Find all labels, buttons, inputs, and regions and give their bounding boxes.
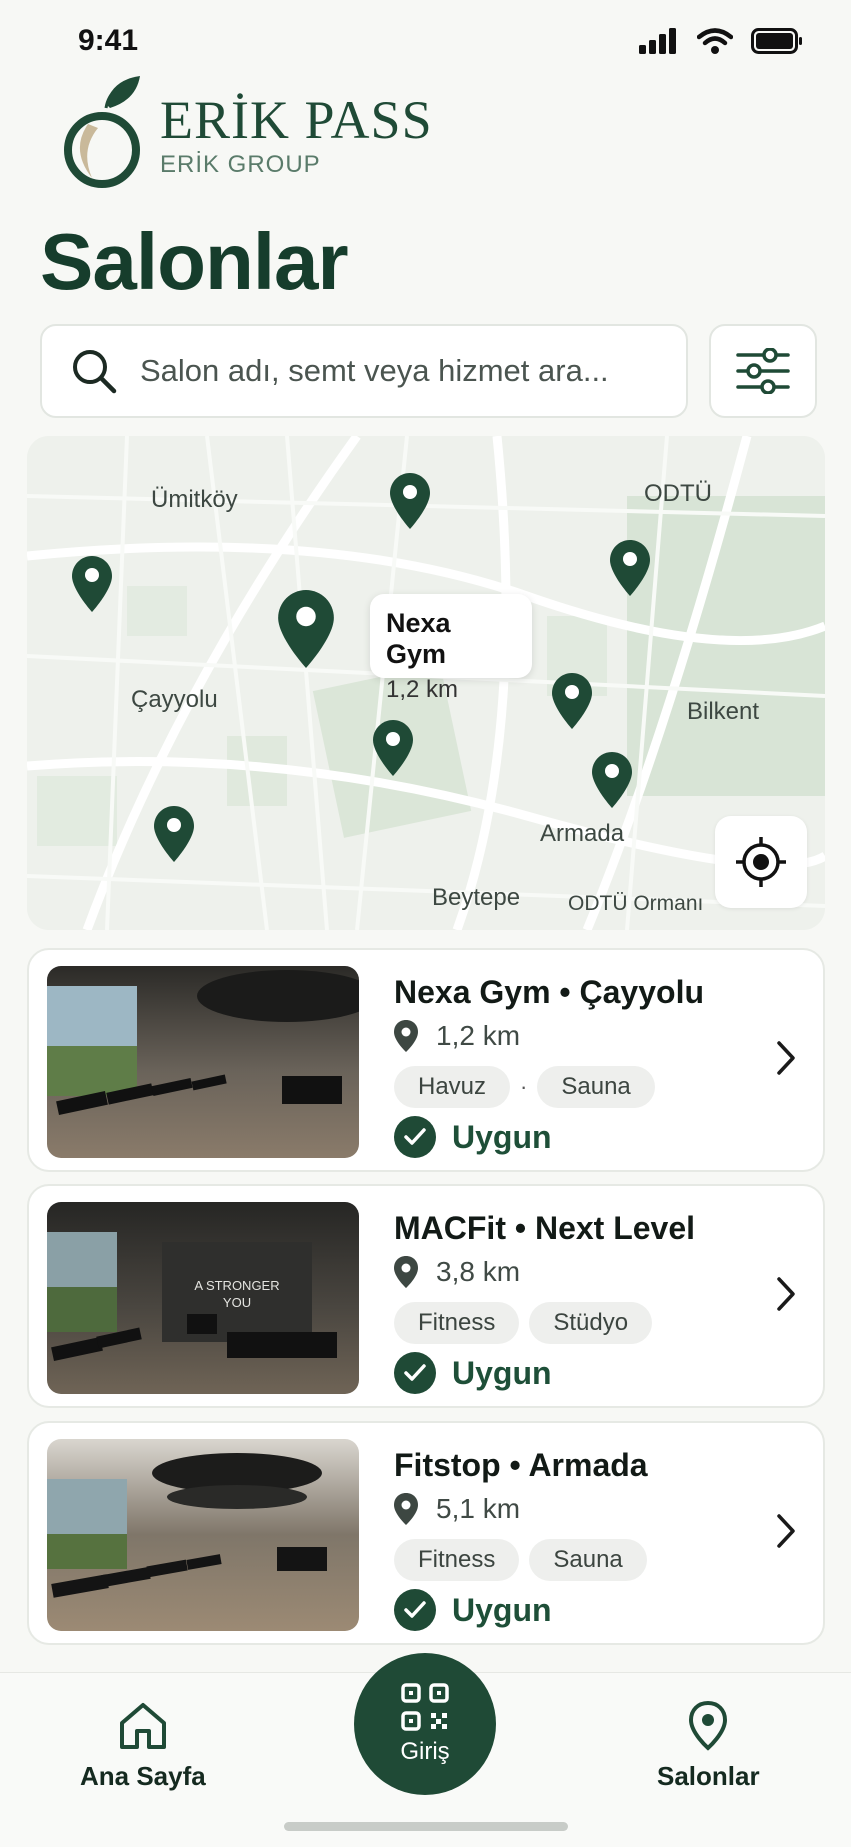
availability-status: Uygun — [394, 1116, 552, 1158]
gym-card[interactable]: Fitstop • Armada 5,1 km Fitness Sauna Uy… — [27, 1421, 825, 1645]
gym-photo — [47, 1439, 359, 1631]
location-icon — [689, 1701, 728, 1751]
map-pin-icon[interactable] — [592, 752, 632, 808]
check-icon — [394, 1352, 436, 1394]
popup-gym-name: Nexa Gym — [386, 608, 451, 669]
map-pin-icon[interactable] — [610, 540, 650, 596]
qr-icon — [401, 1683, 449, 1731]
gym-photo — [47, 966, 359, 1158]
gym-title: MACFit • Next Level — [394, 1210, 696, 1246]
gym-card[interactable]: A STRONGER YOU MACFit • Next Level 3,8 k… — [27, 1184, 825, 1408]
nav-gyms-label: Salonlar — [657, 1761, 760, 1791]
chevron-right-icon[interactable] — [775, 1040, 797, 1076]
location-pin-icon — [394, 1493, 418, 1525]
home-indicator — [284, 1822, 568, 1831]
tag-chip: Fitness — [394, 1539, 520, 1581]
search-box[interactable] — [40, 324, 688, 418]
gym-distance-text: 5,1 km — [436, 1493, 521, 1524]
filter-button[interactable] — [709, 324, 817, 418]
chevron-right-icon[interactable] — [775, 1513, 797, 1549]
tag-chip: Stüdyo — [529, 1302, 653, 1344]
brand-name: ERİK PASS — [160, 90, 433, 150]
gym-card[interactable]: Nexa Gym • Çayyolu 1,2 km Havuz · Sauna … — [27, 948, 825, 1172]
locate-icon — [736, 837, 786, 887]
map-pin-icon[interactable] — [72, 556, 112, 612]
checkin-label: Giriş — [400, 1738, 450, 1765]
page-title: Salonlar — [40, 217, 349, 306]
nav-home-label: Ana Sayfa — [80, 1761, 206, 1791]
gym-tags: Havuz · Sauna — [394, 1066, 655, 1108]
tag-chip: Sauna — [537, 1066, 655, 1108]
popup-distance: 1,2 km — [386, 676, 459, 703]
check-icon — [394, 1116, 436, 1158]
wifi-icon — [697, 28, 733, 54]
gym-tags: Fitness Stüdyo — [394, 1302, 653, 1344]
gym-distance: 1,2 km — [394, 1020, 520, 1052]
availability-text: Uygun — [452, 1118, 552, 1155]
map-popup[interactable]: Nexa Gym 1,2 km — [370, 594, 532, 703]
plum-logo-icon — [64, 76, 140, 188]
nav-gyms[interactable]: Salonlar — [657, 1701, 760, 1792]
search-input[interactable] — [140, 353, 680, 389]
availability-status: Uygun — [394, 1352, 552, 1394]
chevron-right-icon[interactable] — [775, 1276, 797, 1312]
map-pin-icon[interactable] — [154, 806, 194, 862]
tag-chip: Havuz — [394, 1066, 511, 1108]
map-label-umitkoy: Ümitköy — [151, 486, 238, 513]
tag-separator: · — [520, 1074, 528, 1099]
map-label-armada: Armada — [540, 820, 625, 847]
gym-photo: A STRONGER YOU — [47, 1202, 359, 1394]
availability-text: Uygun — [452, 1591, 552, 1628]
search-icon — [73, 350, 117, 394]
map-label-odtu: ODTÜ — [644, 480, 712, 507]
bottom-navigation: Ana Sayfa Giriş Salonlar — [0, 1653, 851, 1847]
gym-tags: Fitness Sauna — [394, 1539, 647, 1581]
battery-icon — [751, 28, 802, 54]
map-label-beytepe: Beytepe — [432, 884, 521, 911]
availability-text: Uygun — [452, 1354, 552, 1391]
map-pin-icon[interactable] — [390, 473, 430, 529]
gym-distance-text: 1,2 km — [436, 1020, 521, 1051]
status-time: 9:41 — [78, 24, 139, 57]
selected-map-pin-icon[interactable] — [278, 590, 334, 668]
check-icon — [394, 1589, 436, 1631]
wall-text-line-2: YOU — [223, 1295, 251, 1310]
brand-subtitle: ERİK GROUP — [160, 151, 321, 178]
nav-home[interactable]: Ana Sayfa — [80, 1701, 206, 1792]
filter-icon — [736, 348, 790, 394]
gym-distance: 5,1 km — [394, 1493, 520, 1525]
map-view[interactable]: Ümitköy ODTÜ Çayyolu Bilkent Armada Beyt… — [27, 436, 825, 930]
gym-title: Nexa Gym • Çayyolu — [394, 974, 704, 1010]
availability-status: Uygun — [394, 1589, 552, 1631]
location-pin-icon — [394, 1256, 418, 1288]
location-pin-icon — [394, 1020, 418, 1052]
map-label-bilkent: Bilkent — [687, 698, 760, 725]
locate-me-button[interactable] — [715, 816, 807, 908]
gym-distance: 3,8 km — [394, 1256, 520, 1288]
map-pin-icon[interactable] — [373, 720, 413, 776]
tag-chip: Sauna — [529, 1539, 647, 1581]
gym-distance-text: 3,8 km — [436, 1256, 521, 1287]
map-pin-icon[interactable] — [552, 673, 592, 729]
checkin-button[interactable]: Giriş — [354, 1653, 496, 1795]
wall-text-line-1: A STRONGER — [194, 1278, 279, 1293]
status-icons — [639, 28, 803, 54]
gym-title: Fitstop • Armada — [394, 1447, 648, 1483]
brand-logo: ERİK PASS ERİK GROUP — [62, 74, 433, 190]
map-label-odtu-ormani: ODTÜ Ormanı — [568, 892, 704, 915]
tag-chip: Fitness — [394, 1302, 520, 1344]
signal-icon — [639, 28, 676, 54]
home-icon — [119, 1703, 166, 1749]
map-label-cayyolu: Çayyolu — [131, 686, 218, 713]
